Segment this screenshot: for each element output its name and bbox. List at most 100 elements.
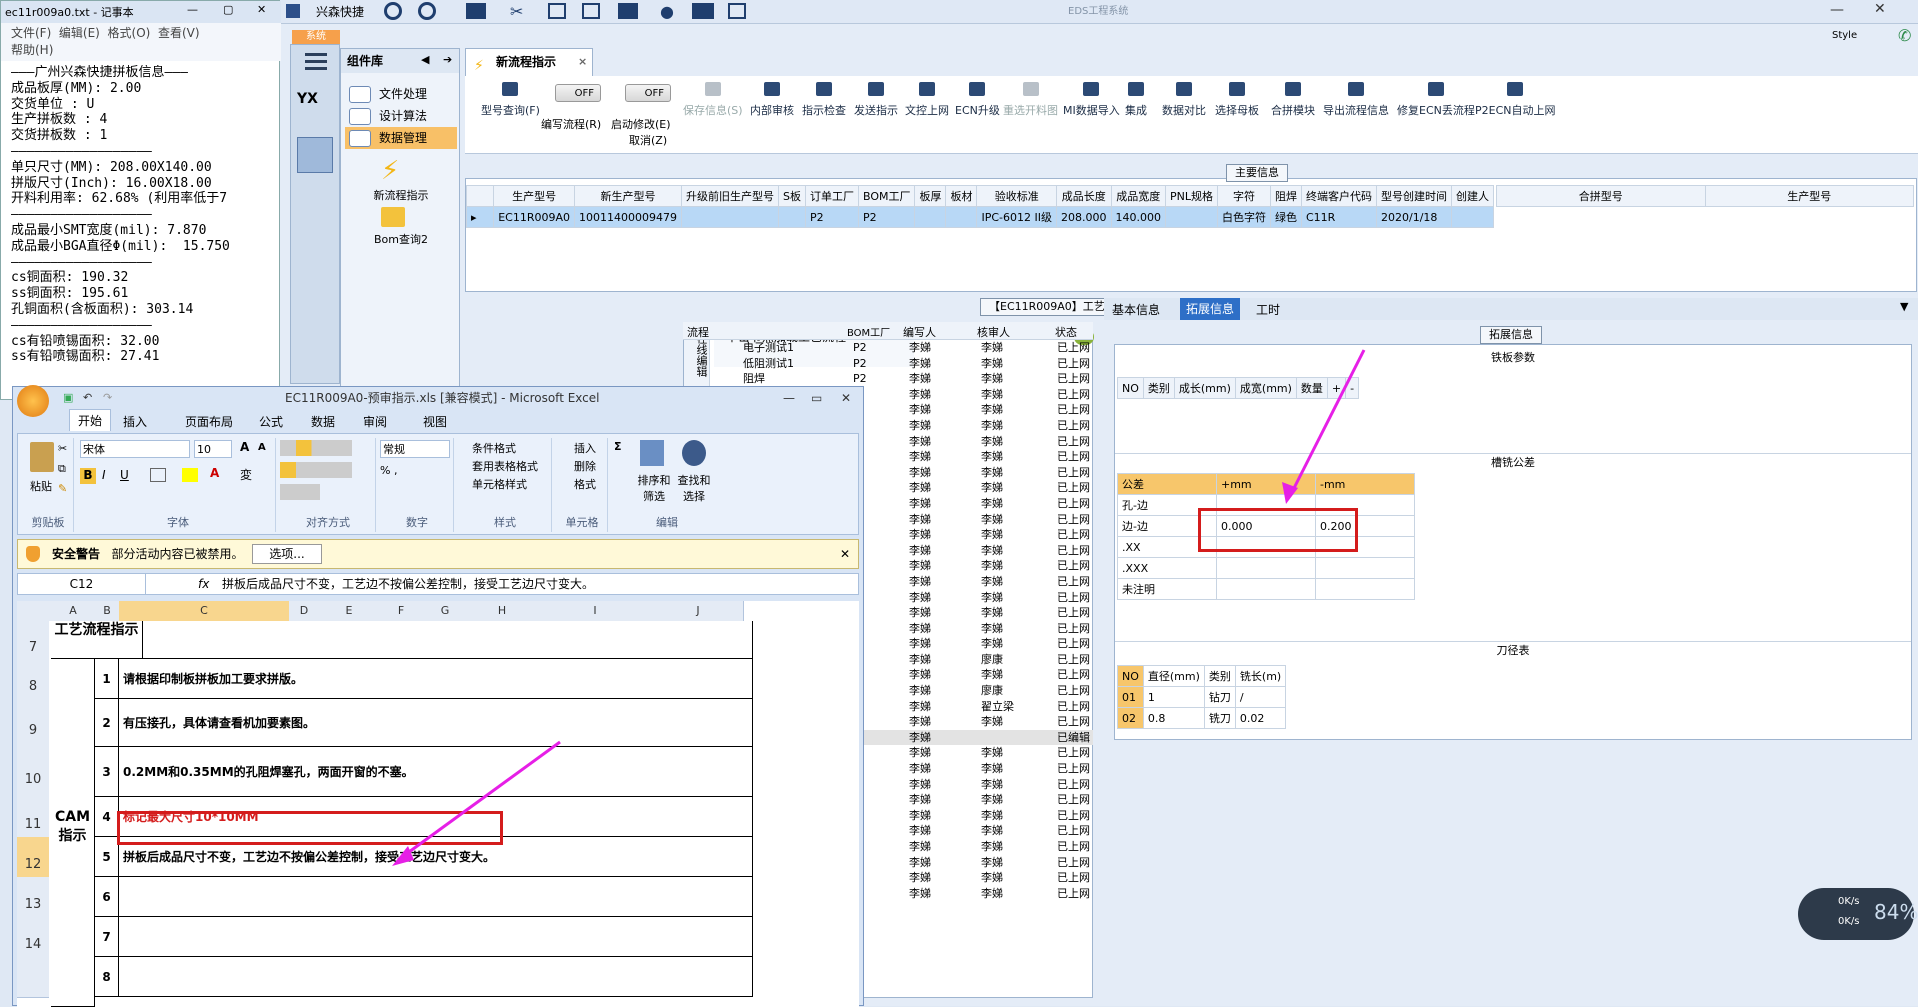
- col-header[interactable]: I: [537, 601, 654, 621]
- close-icon[interactable]: ✕: [840, 540, 850, 568]
- cut-icon[interactable]: ✂: [58, 442, 67, 455]
- knife-cell[interactable]: 0.02: [1234, 707, 1287, 729]
- col-header[interactable]: 板材: [945, 185, 978, 207]
- paste-icon[interactable]: [30, 442, 54, 472]
- col-header[interactable]: 成品长度: [1056, 185, 1112, 207]
- col-header[interactable]: J: [653, 601, 744, 621]
- tol-cell[interactable]: 未注明: [1117, 578, 1217, 600]
- lightning-icon[interactable]: ⚡: [381, 157, 403, 185]
- excel-tab[interactable]: 插入: [123, 413, 147, 430]
- close-button[interactable]: ✕: [1874, 1, 1886, 17]
- col-header[interactable]: 合拼型号: [1496, 185, 1706, 207]
- row-header[interactable]: [17, 957, 49, 998]
- index-cell[interactable]: 8: [95, 957, 119, 997]
- tab-close-icon[interactable]: ×: [578, 49, 587, 75]
- index-cell[interactable]: 4: [95, 797, 119, 837]
- col-header[interactable]: -: [1345, 377, 1360, 399]
- menu-format[interactable]: 格式(O): [108, 26, 151, 40]
- ribbon-button[interactable]: 数据对比: [1162, 82, 1206, 118]
- col-header[interactable]: 升级前旧生产型号: [680, 185, 779, 207]
- ribbon-button[interactable]: 重选开料图: [1003, 82, 1058, 118]
- flow-row[interactable]: 阻焊 P2 李娣 李娣 已上网: [683, 371, 1093, 387]
- col-header[interactable]: 成长(mm): [1173, 377, 1236, 399]
- index-cell[interactable]: 1: [95, 659, 119, 699]
- instruction-cell[interactable]: 有压接孔，具体请查看机加要素图。: [119, 699, 753, 747]
- tab-new-flow[interactable]: ⚡ 新流程指示 ×: [465, 48, 593, 76]
- ribbon-button[interactable]: ECN升级: [955, 82, 1000, 118]
- table-cell[interactable]: P2: [804, 206, 859, 228]
- col-header[interactable]: +: [1326, 377, 1347, 399]
- menu-file[interactable]: 文件(F): [11, 26, 51, 40]
- formula-input[interactable]: 拼板后成品尺寸不变，工艺边不按偏公差控制，接受工艺边尺寸变大。: [222, 574, 594, 594]
- knife-row[interactable]: 01 1 钻刀 /: [1117, 686, 1287, 708]
- table-cell[interactable]: 2020/1/18: [1376, 206, 1452, 228]
- lifebuoy-icon[interactable]: [418, 2, 436, 20]
- grid-icon[interactable]: [618, 3, 638, 19]
- table-row[interactable]: ▸ EC11R009A0 10011400009479 P2 P2 IPC-6012 II…: [466, 206, 1494, 228]
- col-header[interactable]: S板: [777, 185, 806, 207]
- toggle-switch[interactable]: OFF: [555, 84, 601, 102]
- col-header[interactable]: A: [51, 601, 96, 621]
- scissors-icon[interactable]: ✂: [510, 2, 523, 21]
- row-header[interactable]: 9: [17, 699, 49, 748]
- percent-icon[interactable]: % ,: [380, 464, 397, 477]
- layout-icon[interactable]: [548, 3, 566, 19]
- col-header[interactable]: 订单工厂: [804, 185, 859, 207]
- ribbon-button[interactable]: 发送指示: [854, 82, 898, 118]
- ribbon-button[interactable]: 选择母板: [1215, 82, 1259, 118]
- find-icon[interactable]: [682, 440, 706, 466]
- instruction-cell[interactable]: [119, 917, 753, 957]
- knife-cell[interactable]: 1: [1142, 686, 1205, 708]
- table-icon[interactable]: [466, 3, 486, 19]
- row-header[interactable]: 14: [17, 917, 49, 958]
- col-header[interactable]: 创建人: [1451, 185, 1494, 207]
- maximize-button[interactable]: ▭: [811, 387, 822, 409]
- col-header[interactable]: 验收标准: [976, 185, 1057, 207]
- horizontal-align-icons[interactable]: [280, 462, 352, 478]
- excel-tab[interactable]: 公式: [259, 413, 283, 430]
- col-header[interactable]: 核审人: [977, 324, 1010, 340]
- search-icon[interactable]: [384, 2, 402, 20]
- ribbon-button[interactable]: 保存信息(S): [683, 82, 743, 118]
- col-header[interactable]: B: [95, 601, 120, 621]
- tol-cell[interactable]: [1216, 578, 1316, 600]
- table-cell[interactable]: P2: [857, 206, 916, 228]
- knife-cell[interactable]: 0.8: [1142, 707, 1205, 729]
- instruction-cell[interactable]: [119, 877, 753, 917]
- italic-button[interactable]: I: [102, 468, 106, 482]
- sum-icon[interactable]: Σ: [614, 440, 622, 453]
- new-flow-shortcut[interactable]: 新流程指示: [341, 187, 461, 203]
- corner-cell[interactable]: [17, 601, 52, 621]
- col-header[interactable]: BOM工厂: [857, 185, 916, 207]
- knife-cell[interactable]: 01: [1117, 686, 1144, 708]
- font-color-icon[interactable]: A: [210, 466, 219, 480]
- excel-tab[interactable]: 视图: [423, 413, 447, 430]
- index-cell[interactable]: 5: [95, 837, 119, 877]
- col-header[interactable]: BOM工厂: [847, 324, 890, 339]
- col-header[interactable]: 类别: [1142, 377, 1175, 399]
- tol-row[interactable]: 未注明: [1117, 578, 1415, 600]
- phone-icon[interactable]: ✆: [1898, 26, 1911, 45]
- cam-label-cell[interactable]: CAM指示: [51, 659, 95, 1007]
- font-select[interactable]: 宋体: [80, 440, 190, 458]
- minimize-button[interactable]: —: [187, 3, 198, 16]
- col-header[interactable]: 成宽(mm): [1234, 377, 1297, 399]
- copy-icon[interactable]: ⧉: [58, 462, 66, 476]
- menu-view[interactable]: 查看(V): [158, 26, 200, 40]
- knife-cell[interactable]: 02: [1117, 707, 1144, 729]
- grow-font-button[interactable]: A: [240, 440, 249, 454]
- table-cell[interactable]: 10011400009479: [574, 206, 682, 228]
- yx-logo[interactable]: YX: [297, 91, 333, 127]
- number-format-select[interactable]: 常规: [380, 440, 450, 458]
- tab-ext-info[interactable]: 拓展信息: [1180, 298, 1241, 320]
- table-cell[interactable]: [945, 206, 978, 228]
- sort-filter-icon[interactable]: [640, 440, 664, 466]
- excel-tab[interactable]: 审阅: [363, 413, 387, 430]
- index-cell[interactable]: 3: [95, 747, 119, 797]
- pin-icon[interactable]: ➔: [443, 53, 452, 66]
- indent-icons[interactable]: [280, 484, 320, 500]
- format-cells-button[interactable]: 格式: [574, 476, 596, 492]
- col-header[interactable]: C: [119, 601, 290, 621]
- col-header[interactable]: 生产型号: [1704, 185, 1914, 207]
- table-cell[interactable]: 白色字符: [1217, 206, 1271, 228]
